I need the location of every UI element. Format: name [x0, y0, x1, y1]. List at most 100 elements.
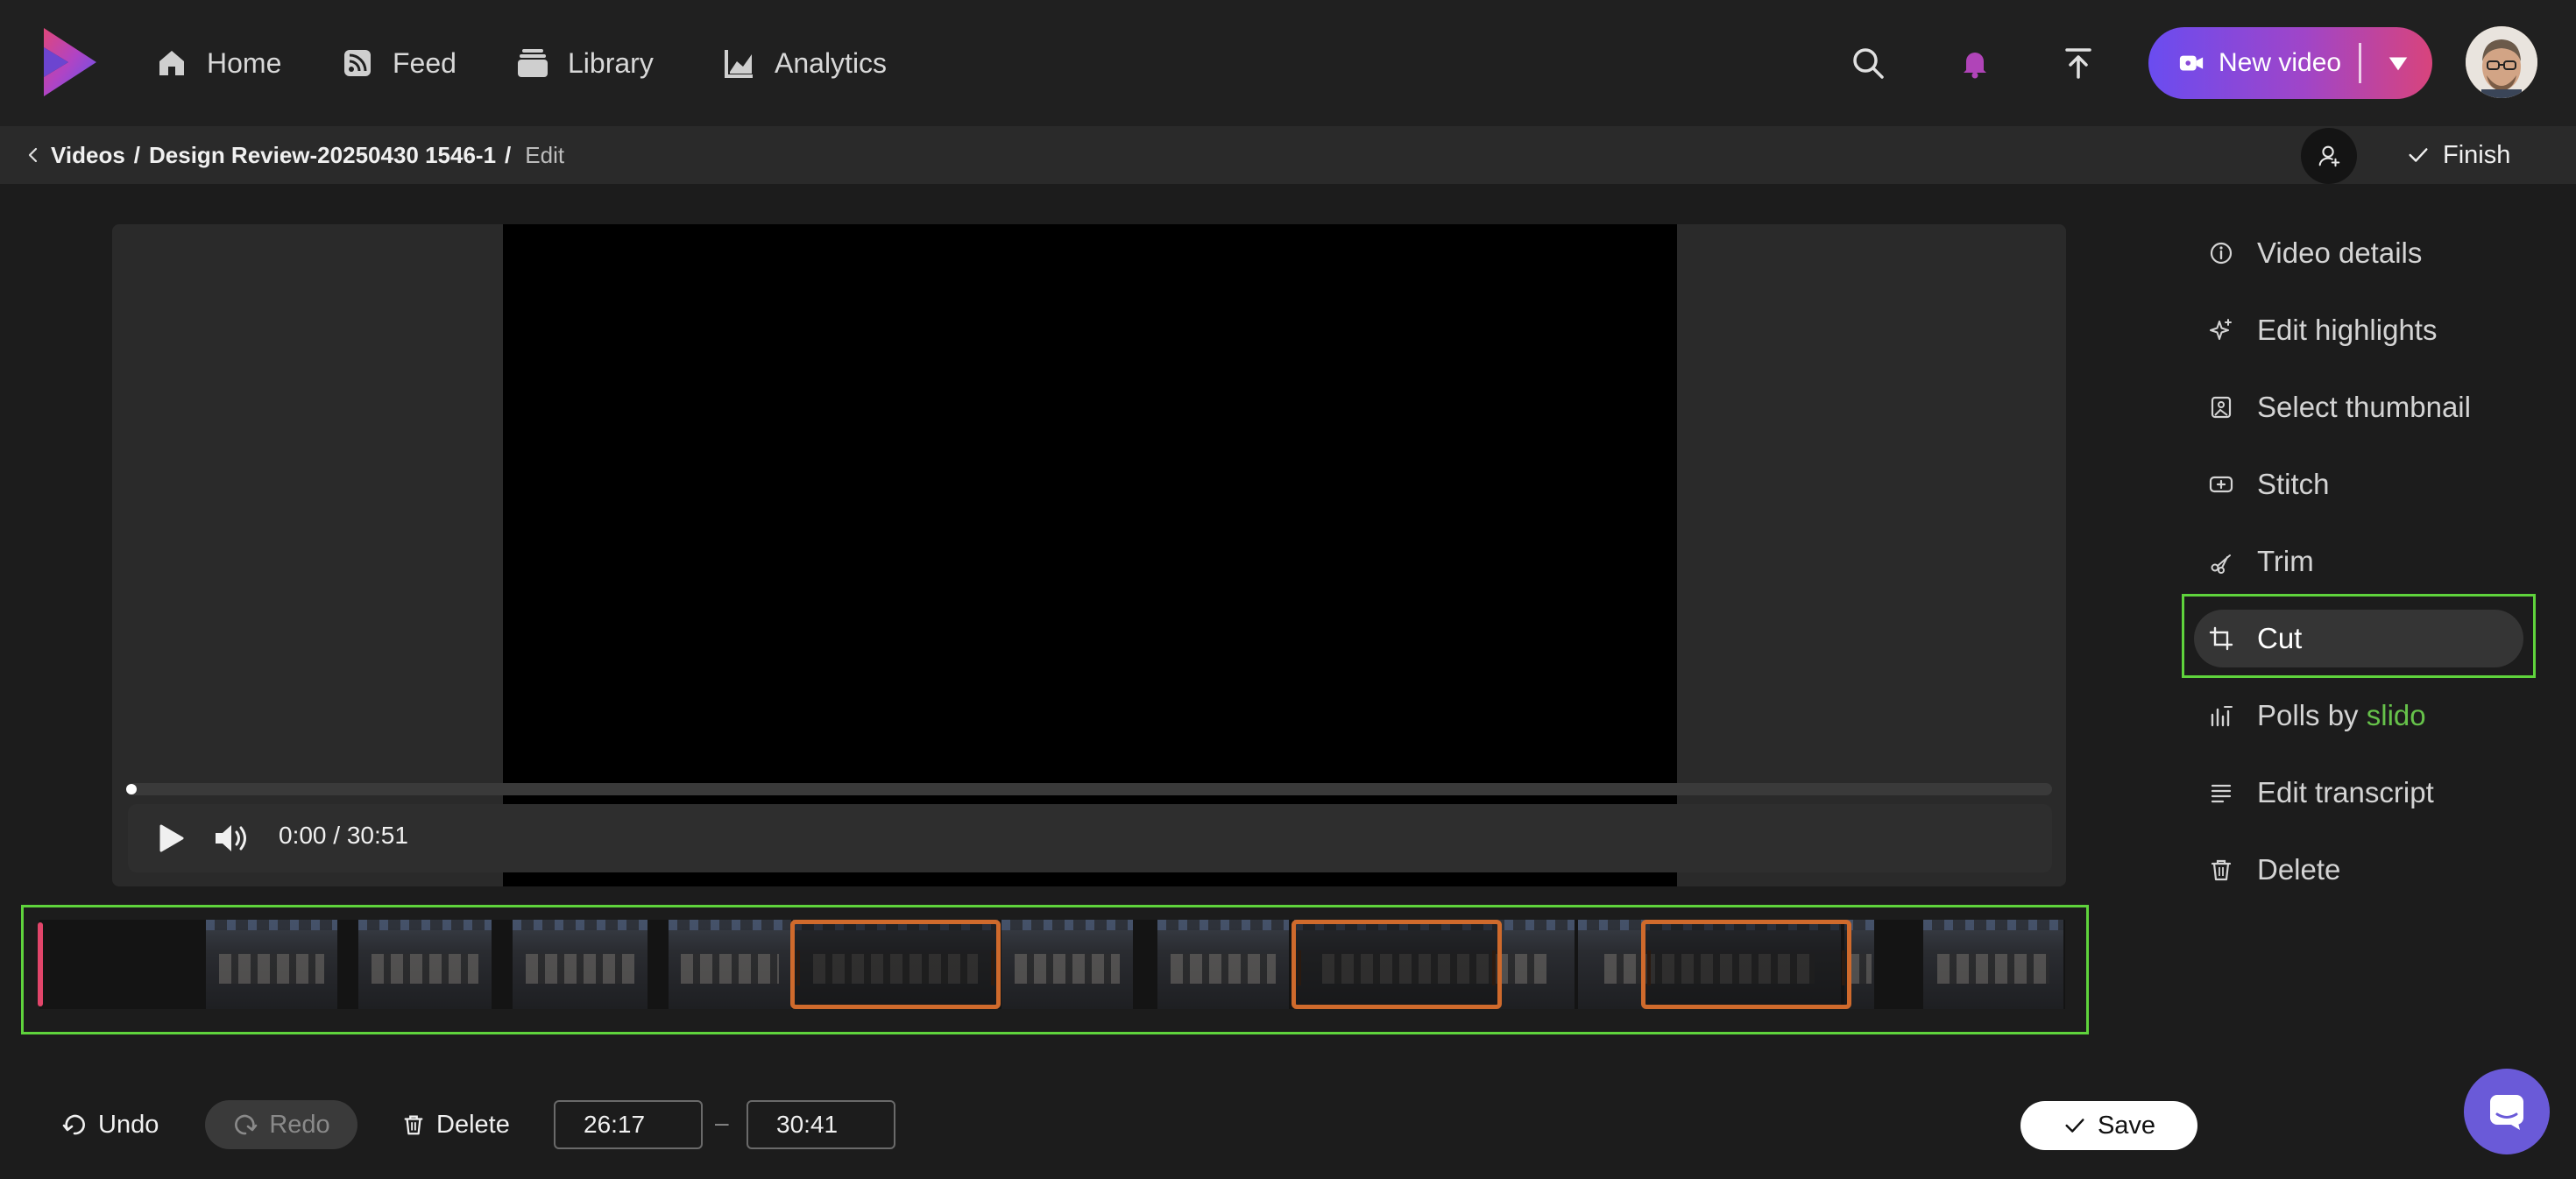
- new-video-label: New video: [2219, 48, 2342, 77]
- breadcrumb-current: Edit: [525, 141, 565, 168]
- menu-edit-transcript[interactable]: Edit transcript: [2194, 764, 2523, 822]
- app-logo-icon[interactable]: [39, 25, 102, 100]
- nav-feed-label: Feed: [393, 46, 456, 79]
- new-video-divider: [2359, 43, 2361, 83]
- cut-end-time-input[interactable]: 30:41: [747, 1100, 895, 1149]
- menu-edit-transcript-label: Edit transcript: [2257, 776, 2434, 808]
- notifications-button[interactable]: [1947, 35, 2003, 91]
- nav-home[interactable]: Home: [154, 35, 281, 91]
- upload-button[interactable]: [2050, 35, 2106, 91]
- menu-polls[interactable]: Polls by slido: [2194, 687, 2523, 745]
- top-nav: Home Feed Library Analytics New video: [0, 0, 2576, 126]
- menu-polls-label: Polls by slido: [2257, 699, 2426, 732]
- timeline-thumbnail: [1157, 920, 1289, 1009]
- finish-button[interactable]: Finish: [2406, 126, 2510, 184]
- breadcrumb: Videos / Design Review-20250430 1546-1 /…: [25, 126, 564, 184]
- cut-segment-end-handle[interactable]: [1842, 950, 1845, 985]
- save-label: Save: [2097, 1111, 2156, 1140]
- cut-segment-end-handle[interactable]: [1492, 950, 1496, 985]
- caret-down-icon: [2388, 57, 2408, 71]
- play-icon: [159, 824, 184, 852]
- play-button[interactable]: [151, 819, 189, 858]
- cut-segment[interactable]: [1641, 920, 1851, 1009]
- share-user-button[interactable]: [2301, 128, 2357, 184]
- menu-cut[interactable]: Cut: [2194, 610, 2523, 667]
- menu-edit-highlights[interactable]: Edit highlights: [2194, 301, 2523, 359]
- help-chat-button[interactable]: [2464, 1069, 2550, 1154]
- menu-select-thumbnail[interactable]: Select thumbnail: [2194, 378, 2523, 436]
- cut-segment-end-handle[interactable]: [991, 950, 994, 985]
- breadcrumb-videos[interactable]: Videos: [51, 142, 125, 169]
- menu-trim[interactable]: Trim: [2194, 533, 2523, 590]
- menu-cut-label: Cut: [2257, 622, 2303, 654]
- analytics-icon: [725, 50, 753, 78]
- search-icon: [1853, 48, 1884, 79]
- volume-icon: [216, 825, 246, 851]
- player-controls: 0:00 / 30:51: [128, 804, 2052, 872]
- finish-label: Finish: [2443, 140, 2511, 169]
- new-video-main[interactable]: New video: [2148, 27, 2341, 99]
- timeline[interactable]: [21, 905, 2089, 1034]
- delete-label: Delete: [436, 1110, 510, 1139]
- home-icon: [159, 51, 184, 75]
- chevron-left-icon[interactable]: [25, 146, 42, 164]
- menu-trim-label: Trim: [2257, 545, 2314, 577]
- menu-polls-text: Polls by: [2257, 699, 2359, 731]
- menu-select-thumbnail-label: Select thumbnail: [2257, 391, 2471, 423]
- menu-delete[interactable]: Delete: [2194, 841, 2523, 899]
- time-range-dash: –: [715, 1109, 729, 1136]
- trash-icon: [2211, 859, 2232, 881]
- timeline-thumbnail: [358, 920, 492, 1009]
- video-camera-icon: [2179, 55, 2204, 71]
- crop-icon: [2209, 626, 2233, 651]
- progress-knob[interactable]: [126, 784, 137, 794]
- add-user-icon: [2318, 145, 2340, 167]
- nav-library[interactable]: Library: [515, 35, 654, 91]
- bell-icon: [1964, 53, 1986, 79]
- cut-segment-start-handle[interactable]: [1647, 950, 1651, 985]
- polls-icon: [2211, 706, 2233, 727]
- menu-stitch[interactable]: Stitch: [2194, 455, 2523, 513]
- library-icon: [518, 49, 548, 77]
- sparkle-icon: [2210, 319, 2232, 340]
- menu-video-details-label: Video details: [2257, 237, 2423, 269]
- cut-segment[interactable]: [1292, 920, 1502, 1009]
- breadcrumb-separator: /: [505, 141, 512, 168]
- breadcrumb-video-title[interactable]: Design Review-20250430 1546-1: [149, 142, 496, 169]
- volume-button[interactable]: [212, 819, 254, 858]
- cut-start-time-input[interactable]: 26:17: [554, 1100, 703, 1149]
- nav-home-label: Home: [207, 46, 282, 79]
- redo-button[interactable]: Redo: [205, 1100, 357, 1149]
- new-video-dropdown[interactable]: [2376, 27, 2420, 99]
- nav-library-label: Library: [568, 46, 654, 79]
- cut-segment-start-handle[interactable]: [1298, 950, 1301, 985]
- timeline-thumbnail: [513, 920, 648, 1009]
- cut-segment-start-handle[interactable]: [796, 950, 800, 985]
- nav-feed[interactable]: Feed: [340, 35, 456, 91]
- redo-icon: [235, 1114, 258, 1135]
- menu-video-details[interactable]: Video details: [2194, 224, 2523, 282]
- redo-label: Redo: [269, 1110, 330, 1139]
- transcript-icon: [2211, 784, 2232, 803]
- slido-brand: slido: [2366, 699, 2426, 731]
- menu-stitch-label: Stitch: [2257, 468, 2330, 500]
- timeline-thumbnail: [1923, 920, 2063, 1009]
- cut-segment[interactable]: [790, 920, 1001, 1009]
- trash-icon: [404, 1115, 423, 1135]
- timeline-thumbnail: [206, 920, 337, 1009]
- new-video-button[interactable]: New video: [2148, 27, 2432, 99]
- breadcrumb-separator: /: [133, 141, 141, 168]
- chat-icon: [2490, 1095, 2523, 1130]
- nav-analytics[interactable]: Analytics: [722, 35, 887, 91]
- avatar[interactable]: [2466, 26, 2537, 98]
- delete-segment-button[interactable]: Delete: [401, 1100, 510, 1149]
- upload-icon: [2065, 48, 2091, 79]
- image-icon: [2211, 396, 2232, 419]
- save-button[interactable]: Save: [2020, 1101, 2197, 1150]
- timeline-playhead[interactable]: [38, 922, 43, 1006]
- undo-icon: [62, 1114, 85, 1135]
- check-icon: [2409, 148, 2428, 162]
- undo-button[interactable]: Undo: [61, 1100, 159, 1149]
- video-progress-bar[interactable]: [126, 783, 2052, 795]
- search-button[interactable]: [1840, 35, 1896, 91]
